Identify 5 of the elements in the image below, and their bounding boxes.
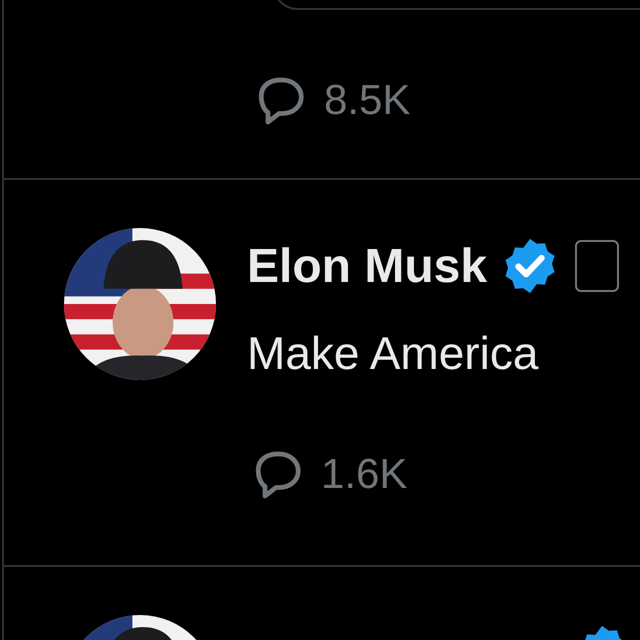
affiliate-badge [575, 240, 620, 292]
post-text: Make America [247, 326, 540, 380]
reply-count: 1.6K [321, 450, 408, 498]
reply-count: 8.5K [324, 76, 410, 124]
author-name[interactable]: Elon Musk [247, 238, 488, 294]
